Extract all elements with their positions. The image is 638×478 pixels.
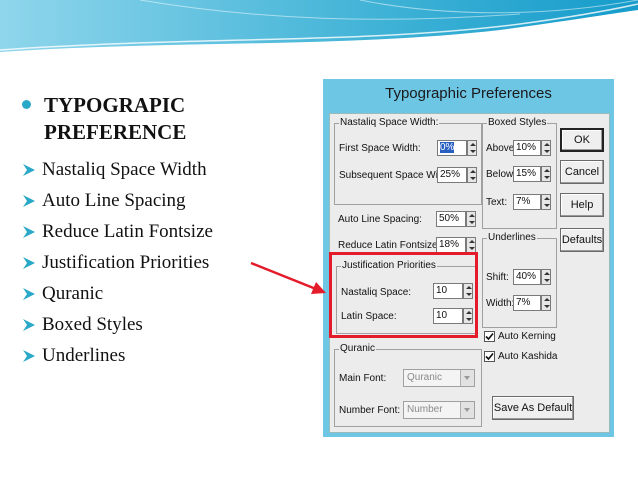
highlight-box	[329, 252, 478, 338]
reduce-latin-fontsize-spinner[interactable]	[466, 237, 476, 253]
arrow-bullet-icon	[23, 194, 35, 207]
shift-spinner[interactable]	[541, 269, 551, 285]
bullet-text: Justification Priorities	[42, 251, 210, 273]
round-bullet-icon	[22, 100, 31, 109]
width-input[interactable]: 7%	[513, 295, 541, 311]
number-font-select[interactable]: Number	[403, 401, 475, 419]
list-item: Reduce Latin Fontsize	[20, 216, 213, 247]
above-input[interactable]: 10%	[513, 140, 541, 156]
text-input[interactable]: 7%	[513, 194, 541, 210]
header-decoration	[0, 0, 638, 62]
arrow-bullet-icon	[23, 287, 35, 300]
group-label: Underlines	[487, 232, 537, 244]
slide-title: TYPOGRAPIC PREFERENCE	[22, 92, 222, 146]
defaults-button[interactable]: Defaults	[560, 228, 604, 252]
nastaliq-space-width-group: Nastaliq Space Width: First Space Width:…	[334, 117, 482, 205]
underlines-group: Underlines Shift: 40% Width: 7%	[482, 232, 557, 328]
auto-kashida-checkbox[interactable]	[484, 351, 495, 362]
first-space-width-input[interactable]: 0%	[437, 140, 467, 156]
cancel-button[interactable]: Cancel	[560, 160, 604, 184]
auto-kerning-label: Auto Kerning	[498, 331, 556, 342]
dialog-title: Typographic Preferences	[385, 85, 552, 102]
chevron-down-icon	[460, 370, 474, 386]
bullet-list: Nastaliq Space Width Auto Line Spacing R…	[20, 154, 213, 371]
width-spinner[interactable]	[541, 295, 551, 311]
auto-line-spacing-input[interactable]: 50%	[436, 211, 466, 227]
bullet-text: Quranic	[42, 282, 104, 304]
below-input[interactable]: 15%	[513, 166, 541, 182]
save-as-default-button[interactable]: Save As Default	[492, 396, 574, 420]
check-icon	[485, 332, 494, 341]
reduce-latin-fontsize-input[interactable]: 18%	[436, 237, 466, 253]
arrow-bullet-icon	[23, 163, 35, 176]
slide-title-text: TYPOGRAPIC PREFERENCE	[44, 93, 187, 144]
above-spinner[interactable]	[541, 140, 551, 156]
auto-line-spacing-spinner[interactable]	[466, 211, 476, 227]
group-label: Boxed Styles	[487, 117, 548, 129]
below-spinner[interactable]	[541, 166, 551, 182]
text-label: Text:	[486, 197, 508, 208]
boxed-styles-group: Boxed Styles Above: 10% Below: 15% Text:…	[482, 117, 557, 229]
arrow-bullet-icon	[23, 349, 35, 362]
arrow-bullet-icon	[23, 256, 35, 269]
arrow-bullet-icon	[23, 318, 35, 331]
list-item: Boxed Styles	[20, 309, 213, 340]
check-icon	[485, 352, 494, 361]
subsequent-space-width-input[interactable]: 25%	[437, 167, 467, 183]
arrow-bullet-icon	[23, 225, 35, 238]
list-item: Auto Line Spacing	[20, 185, 213, 216]
list-item: Nastaliq Space Width	[20, 154, 213, 185]
bullet-text: Nastaliq Space Width	[42, 158, 207, 180]
bullet-text: Reduce Latin Fontsize	[42, 220, 213, 242]
first-space-width-label: First Space Width:	[339, 143, 421, 154]
chevron-down-icon	[460, 402, 474, 418]
bullet-text: Boxed Styles	[42, 313, 143, 335]
auto-kerning-checkbox[interactable]	[484, 331, 495, 342]
bullet-text: Underlines	[42, 344, 126, 366]
auto-kashida-label: Auto Kashida	[498, 351, 558, 362]
reduce-latin-fontsize-label: Reduce Latin Fontsize:	[338, 240, 441, 251]
auto-line-spacing-label: Auto Line Spacing:	[338, 214, 422, 225]
quranic-group: Quranic Main Font: Quranic Number Font: …	[334, 343, 482, 427]
main-font-select[interactable]: Quranic	[403, 369, 475, 387]
list-item: Underlines	[20, 340, 213, 371]
main-font-label: Main Font:	[339, 373, 387, 384]
list-item: Justification Priorities	[20, 247, 213, 278]
help-button[interactable]: Help	[560, 193, 604, 217]
below-label: Below:	[486, 169, 517, 180]
ok-button[interactable]: OK	[560, 128, 604, 152]
subsequent-space-width-spinner[interactable]	[467, 167, 477, 183]
width-label: Width:	[486, 298, 515, 309]
list-item: Quranic	[20, 278, 213, 309]
first-space-width-spinner[interactable]	[467, 140, 477, 156]
group-label: Nastaliq Space Width:	[339, 117, 440, 129]
text-spinner[interactable]	[541, 194, 551, 210]
bullet-text: Auto Line Spacing	[42, 189, 186, 211]
shift-input[interactable]: 40%	[513, 269, 541, 285]
shift-label: Shift:	[486, 272, 509, 283]
group-label: Quranic	[339, 343, 377, 355]
number-font-label: Number Font:	[339, 405, 401, 416]
